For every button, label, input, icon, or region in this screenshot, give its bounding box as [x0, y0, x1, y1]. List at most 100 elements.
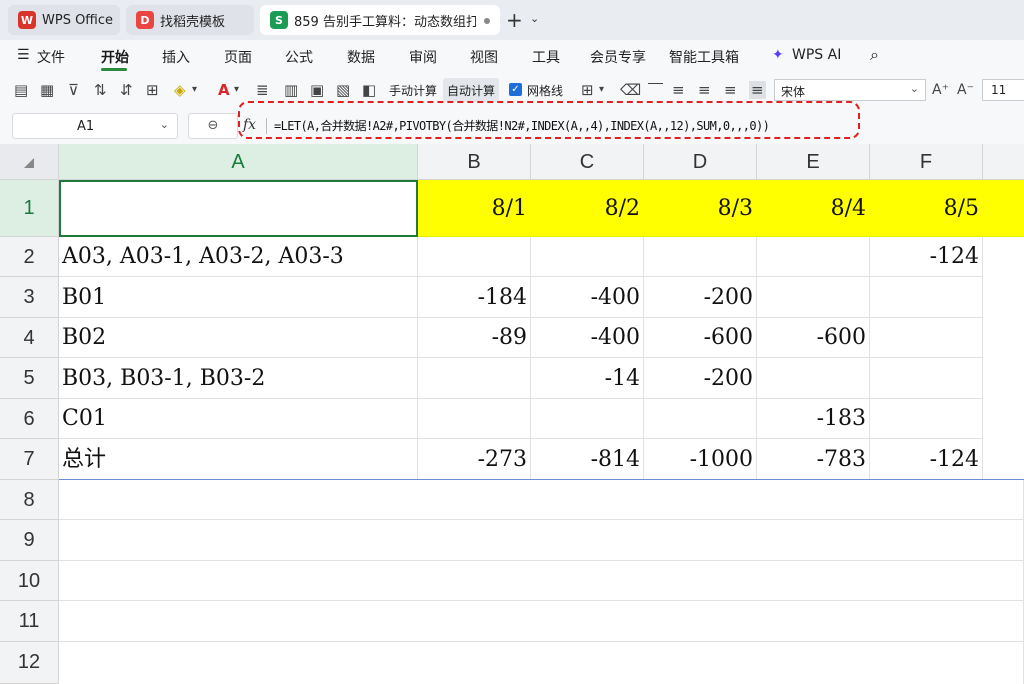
- row-header-3[interactable]: 3: [0, 277, 59, 318]
- align-center-icon[interactable]: ≡: [698, 81, 711, 99]
- chevron-down-icon[interactable]: ▾: [192, 81, 197, 99]
- align-left-icon[interactable]: ≡: [672, 81, 685, 99]
- cell-f3[interactable]: [870, 277, 983, 318]
- column-header-f[interactable]: F: [870, 144, 983, 180]
- columns-icon[interactable]: ▥: [284, 81, 298, 99]
- cell-e5[interactable]: [757, 358, 870, 399]
- freeze-panes-icon[interactable]: ⊞: [581, 81, 594, 99]
- menu-review[interactable]: 审阅: [409, 47, 437, 67]
- cell-c1-date[interactable]: 8/2: [531, 180, 644, 237]
- table-style-icon[interactable]: ▣: [310, 81, 324, 99]
- cell-d3[interactable]: -200: [644, 277, 757, 318]
- column-header-b[interactable]: B: [418, 144, 531, 180]
- menu-formulas[interactable]: 公式: [285, 47, 313, 67]
- cell-a1-selected[interactable]: [59, 180, 418, 237]
- align-top-icon[interactable]: ⎺: [648, 81, 663, 99]
- menu-smart-toolbox[interactable]: 智能工具箱: [669, 47, 739, 67]
- row-header-9[interactable]: 9: [0, 520, 59, 561]
- cell-b4[interactable]: -89: [418, 318, 531, 358]
- cell-b3[interactable]: -184: [418, 277, 531, 318]
- cell-a3-label[interactable]: B01: [59, 277, 418, 318]
- cell-e6[interactable]: -183: [757, 399, 870, 439]
- fill-color-icon[interactable]: ◈: [174, 81, 186, 99]
- cell-f5[interactable]: [870, 358, 983, 399]
- cell-f7-total[interactable]: -124: [870, 439, 983, 480]
- tab-spreadsheet[interactable]: S 859 告别手工算料：动态数组打造: [260, 5, 500, 35]
- paste-icon[interactable]: ▤: [14, 81, 28, 99]
- cell-d5[interactable]: -200: [644, 358, 757, 399]
- hamburger-icon[interactable]: ☰: [17, 47, 30, 63]
- cell-a4-label[interactable]: B02: [59, 318, 418, 358]
- font-size-select[interactable]: 11: [982, 79, 1024, 101]
- cell-a2-label[interactable]: A03, A03-1, A03-2, A03-3: [59, 237, 418, 277]
- cell-d6[interactable]: [644, 399, 757, 439]
- manual-calc-button[interactable]: 手动计算: [389, 82, 437, 99]
- chevron-down-icon[interactable]: ⌄: [530, 12, 539, 25]
- justify-icon[interactable]: ≡: [749, 81, 766, 99]
- cell-c6[interactable]: [531, 399, 644, 439]
- empty-row[interactable]: [59, 480, 1024, 520]
- cell-e7-total[interactable]: -783: [757, 439, 870, 480]
- menu-tools[interactable]: 工具: [532, 47, 560, 67]
- tab-wps-office[interactable]: W WPS Office: [8, 5, 120, 35]
- cell-d2[interactable]: [644, 237, 757, 277]
- cell-f4[interactable]: [870, 318, 983, 358]
- menu-home[interactable]: 开始: [101, 47, 129, 67]
- menu-view[interactable]: 视图: [470, 47, 498, 67]
- cell-e4[interactable]: -600: [757, 318, 870, 358]
- row-header-10[interactable]: 10: [0, 561, 59, 601]
- clear-format-icon[interactable]: ⌫: [620, 81, 641, 99]
- cell-f6[interactable]: [870, 399, 983, 439]
- format-painter-icon[interactable]: ▦: [40, 81, 54, 99]
- row-header-2[interactable]: 2: [0, 237, 59, 277]
- menu-data[interactable]: 数据: [347, 47, 375, 67]
- column-header-a[interactable]: A: [59, 144, 418, 180]
- decrease-font-size-icon[interactable]: A⁻: [957, 81, 974, 99]
- font-name-select[interactable]: 宋体 ⌄: [774, 79, 926, 101]
- row-header-4[interactable]: 4: [0, 318, 59, 358]
- row-header-5[interactable]: 5: [0, 358, 59, 399]
- empty-row[interactable]: [59, 642, 1024, 684]
- menu-file[interactable]: 文件: [37, 47, 65, 67]
- sort-ascending-icon[interactable]: ⇅: [94, 81, 107, 99]
- increase-font-size-icon[interactable]: A⁺: [932, 81, 949, 99]
- empty-row[interactable]: [59, 601, 1024, 642]
- wrap-text-icon[interactable]: ≣: [256, 81, 269, 99]
- cell-d4[interactable]: -600: [644, 318, 757, 358]
- row-header-12[interactable]: 12: [0, 642, 59, 684]
- cell-f1-date[interactable]: 8/5: [870, 180, 983, 237]
- cell-c7-total[interactable]: -814: [531, 439, 644, 480]
- cell-d1-date[interactable]: 8/3: [644, 180, 757, 237]
- column-header-e[interactable]: E: [757, 144, 870, 180]
- cell-c2[interactable]: [531, 237, 644, 277]
- cell-e2[interactable]: [757, 237, 870, 277]
- filter-icon[interactable]: ⊽: [68, 81, 79, 99]
- new-tab-button[interactable]: +: [506, 8, 523, 32]
- cell-g1[interactable]: [983, 180, 1024, 237]
- cell-c4[interactable]: -400: [531, 318, 644, 358]
- select-all-corner[interactable]: [0, 144, 59, 180]
- cell-a6-label[interactable]: C01: [59, 399, 418, 439]
- cell-b2[interactable]: [418, 237, 531, 277]
- empty-row[interactable]: [59, 520, 1024, 561]
- chevron-down-icon[interactable]: ▾: [234, 81, 239, 99]
- column-header-g[interactable]: [983, 144, 1024, 180]
- insert-table-icon[interactable]: ▧: [336, 81, 350, 99]
- font-color-icon[interactable]: A: [218, 81, 230, 99]
- cell-c3[interactable]: -400: [531, 277, 644, 318]
- import-icon[interactable]: ◧: [362, 81, 376, 99]
- row-header-7[interactable]: 7: [0, 439, 59, 480]
- cell-b1-date[interactable]: 8/1: [418, 180, 531, 237]
- cell-b7-total[interactable]: -273: [418, 439, 531, 480]
- cell-d7-total[interactable]: -1000: [644, 439, 757, 480]
- row-header-6[interactable]: 6: [0, 399, 59, 439]
- chevron-down-icon[interactable]: ▾: [599, 81, 604, 99]
- name-box[interactable]: A1 ⌄: [12, 113, 178, 139]
- menu-page[interactable]: 页面: [224, 47, 252, 67]
- cell-e1-date[interactable]: 8/4: [757, 180, 870, 237]
- border-icon[interactable]: ⊞: [146, 81, 159, 99]
- cell-f2[interactable]: -124: [870, 237, 983, 277]
- cell-b5[interactable]: [418, 358, 531, 399]
- align-right-icon[interactable]: ≡: [724, 81, 737, 99]
- menu-member[interactable]: 会员专享: [590, 47, 646, 67]
